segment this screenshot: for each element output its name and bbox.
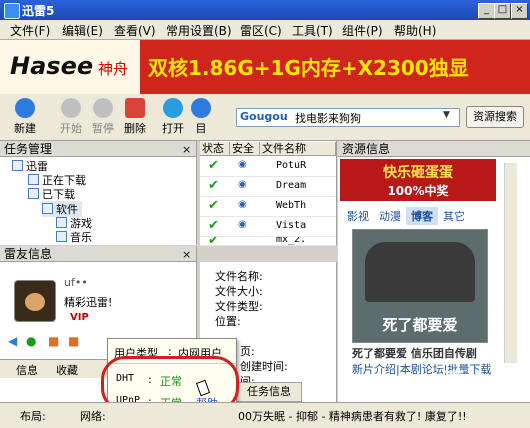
delete-icon <box>125 98 145 118</box>
pause-button[interactable]: 暂停 <box>88 96 118 138</box>
table-row[interactable]: ✔ mx_2. <box>200 237 336 246</box>
status-ticker: 00万失眠 - 抑郁 - 精神病患者有救了! 康复了!! <box>238 410 467 423</box>
layout-label[interactable]: 布局: <box>20 408 46 424</box>
banner-ad[interactable]: Hasee 神舟 双核1.86G+1G内存+X2300独显 <box>0 40 530 94</box>
open-icon <box>163 98 183 118</box>
info-page-label: 页: <box>240 345 255 358</box>
shield-icon: ◉ <box>238 159 247 170</box>
shield-icon: ◉ <box>238 199 247 210</box>
table-row[interactable]: ✔ ◉ PotuR <box>200 157 336 177</box>
mail-icon[interactable]: ■ <box>48 334 59 348</box>
tab-movies[interactable]: 影视 <box>342 207 374 225</box>
tab-anime[interactable]: 动漫 <box>374 207 406 225</box>
maximize-button[interactable]: □ <box>494 3 511 19</box>
pause-icon <box>93 98 113 118</box>
task-panel-title: 任务管理 × <box>0 141 196 157</box>
check-icon: ✔ <box>208 237 219 246</box>
menu-help[interactable]: 帮助(H) <box>394 22 436 39</box>
shield-icon: ◉ <box>238 179 247 190</box>
table-row[interactable]: ✔ ◉ Dream <box>200 177 336 197</box>
menu-bar: 文件(F) 编辑(E) 查看(V) 常用设置(B) 雷区(C) 工具(T) 组件… <box>0 20 530 40</box>
info-filename-label: 文件名称: <box>215 270 263 283</box>
vip-badge: VIP <box>70 312 89 323</box>
col-status[interactable]: 状态 <box>200 142 230 156</box>
status-bar: 布局: 网络: 00万失眠 - 抑郁 - 精神病患者有救了! 康复了!! <box>0 402 530 428</box>
open-button[interactable]: 打开 <box>158 96 188 138</box>
tab-blog[interactable]: 博客 <box>406 207 438 225</box>
close-icon[interactable]: × <box>182 142 191 158</box>
gougou-logo: Gougou <box>240 110 288 123</box>
window-title: 迅雷5 <box>22 4 55 18</box>
poster-image[interactable]: 死了都要爱 <box>352 229 488 343</box>
check-icon: ✔ <box>208 178 219 193</box>
info-filetype-label: 文件类型: <box>215 300 263 313</box>
menu-edit[interactable]: 编辑(E) <box>62 22 103 39</box>
menu-view[interactable]: 查看(V) <box>114 22 156 39</box>
info-created-label: 创建时间: <box>240 360 288 373</box>
resource-panel: 资源信息 快乐砸蛋蛋 100%中奖 影视 动漫 博客 其它 死了都要爱 死了都要爱 信… <box>338 141 530 402</box>
close-button[interactable]: × <box>511 3 528 19</box>
close-icon[interactable]: × <box>182 247 191 263</box>
title-bar: 迅雷5 _ □ × <box>0 0 530 20</box>
task-panel: 任务管理 × 迅雷 正在下载 已下载 软件 游戏 音乐 <box>0 141 197 245</box>
play-icon <box>61 98 81 118</box>
table-row[interactable]: ✔ ◉ Vista <box>200 217 336 237</box>
avatar[interactable] <box>14 280 56 322</box>
table-row[interactable]: ✔ ◉ WebTh <box>200 197 336 217</box>
brand-logo: Hasee 神舟 <box>0 40 140 94</box>
username: uf•• <box>64 276 88 289</box>
nav-arrow-icon[interactable]: ◀ <box>8 334 17 348</box>
friend-panel-title: 雷友信息 × <box>0 246 196 262</box>
menu-tools[interactable]: 工具(T) <box>292 22 333 39</box>
greeting: 精彩迅雷! <box>64 296 113 309</box>
minimize-button[interactable]: _ <box>478 3 495 19</box>
settings-icon[interactable]: ■ <box>68 334 79 348</box>
col-filename[interactable]: 文件名称 <box>260 142 336 156</box>
check-icon: ✔ <box>208 158 219 173</box>
watermark: iTom.cn <box>440 368 530 393</box>
shield-icon: ◉ <box>238 219 247 230</box>
check-icon: ✔ <box>208 198 219 213</box>
tab-other[interactable]: 其它 <box>438 207 470 225</box>
network-label[interactable]: 网络: <box>80 408 106 424</box>
info-filesize-label: 文件大小: <box>215 285 263 298</box>
new-button[interactable]: 新建 <box>10 96 40 138</box>
app-icon <box>4 3 20 19</box>
dropdown-arrow-icon[interactable]: ▼ <box>443 110 450 120</box>
info-location-label: 位置: <box>215 315 241 328</box>
new-icon <box>15 98 35 118</box>
tab-info[interactable]: 信息 <box>16 362 38 378</box>
tree-downloaded[interactable]: 已下载 <box>28 186 75 202</box>
folder-icon <box>191 98 211 118</box>
menu-zone[interactable]: 雷区(C) <box>240 22 282 39</box>
menu-plugins[interactable]: 组件(P) <box>342 22 383 39</box>
tab-task-info[interactable]: 任务信息 <box>236 382 302 402</box>
promo-banner[interactable]: 快乐砸蛋蛋 100%中奖 <box>340 159 496 201</box>
tab-favorites[interactable]: 收藏 <box>56 362 78 378</box>
delete-button[interactable]: 删除 <box>120 96 150 138</box>
resource-scrollbar[interactable] <box>504 163 517 363</box>
resource-search-button[interactable]: 资源搜索 <box>466 106 524 128</box>
refresh-icon[interactable]: ● <box>26 334 36 348</box>
poster-caption[interactable]: 死了都要爱 信乐团自传剧 <box>352 345 528 361</box>
menu-settings[interactable]: 常用设置(B) <box>166 22 232 39</box>
ad-text: 双核1.86G+1G内存+X2300独显 <box>148 56 469 80</box>
resource-tabs: 影视 动漫 博客 其它 <box>342 207 494 225</box>
task-list: 状态 安全 文件名称 ✔ ◉ PotuR ✔ ◉ Dream ✔ ◉ WebTh… <box>200 141 337 246</box>
resource-panel-title: 资源信息 <box>338 141 530 157</box>
start-button[interactable]: 开始 <box>56 96 86 138</box>
col-security[interactable]: 安全 <box>230 142 260 156</box>
search-input[interactable]: Gougou 找电影来狗狗 ▼ <box>236 108 460 127</box>
menu-file[interactable]: 文件(F) <box>10 22 50 39</box>
tree-music[interactable]: 音乐 <box>56 229 92 245</box>
check-icon: ✔ <box>208 218 219 233</box>
directory-button[interactable]: 目 <box>190 96 212 138</box>
